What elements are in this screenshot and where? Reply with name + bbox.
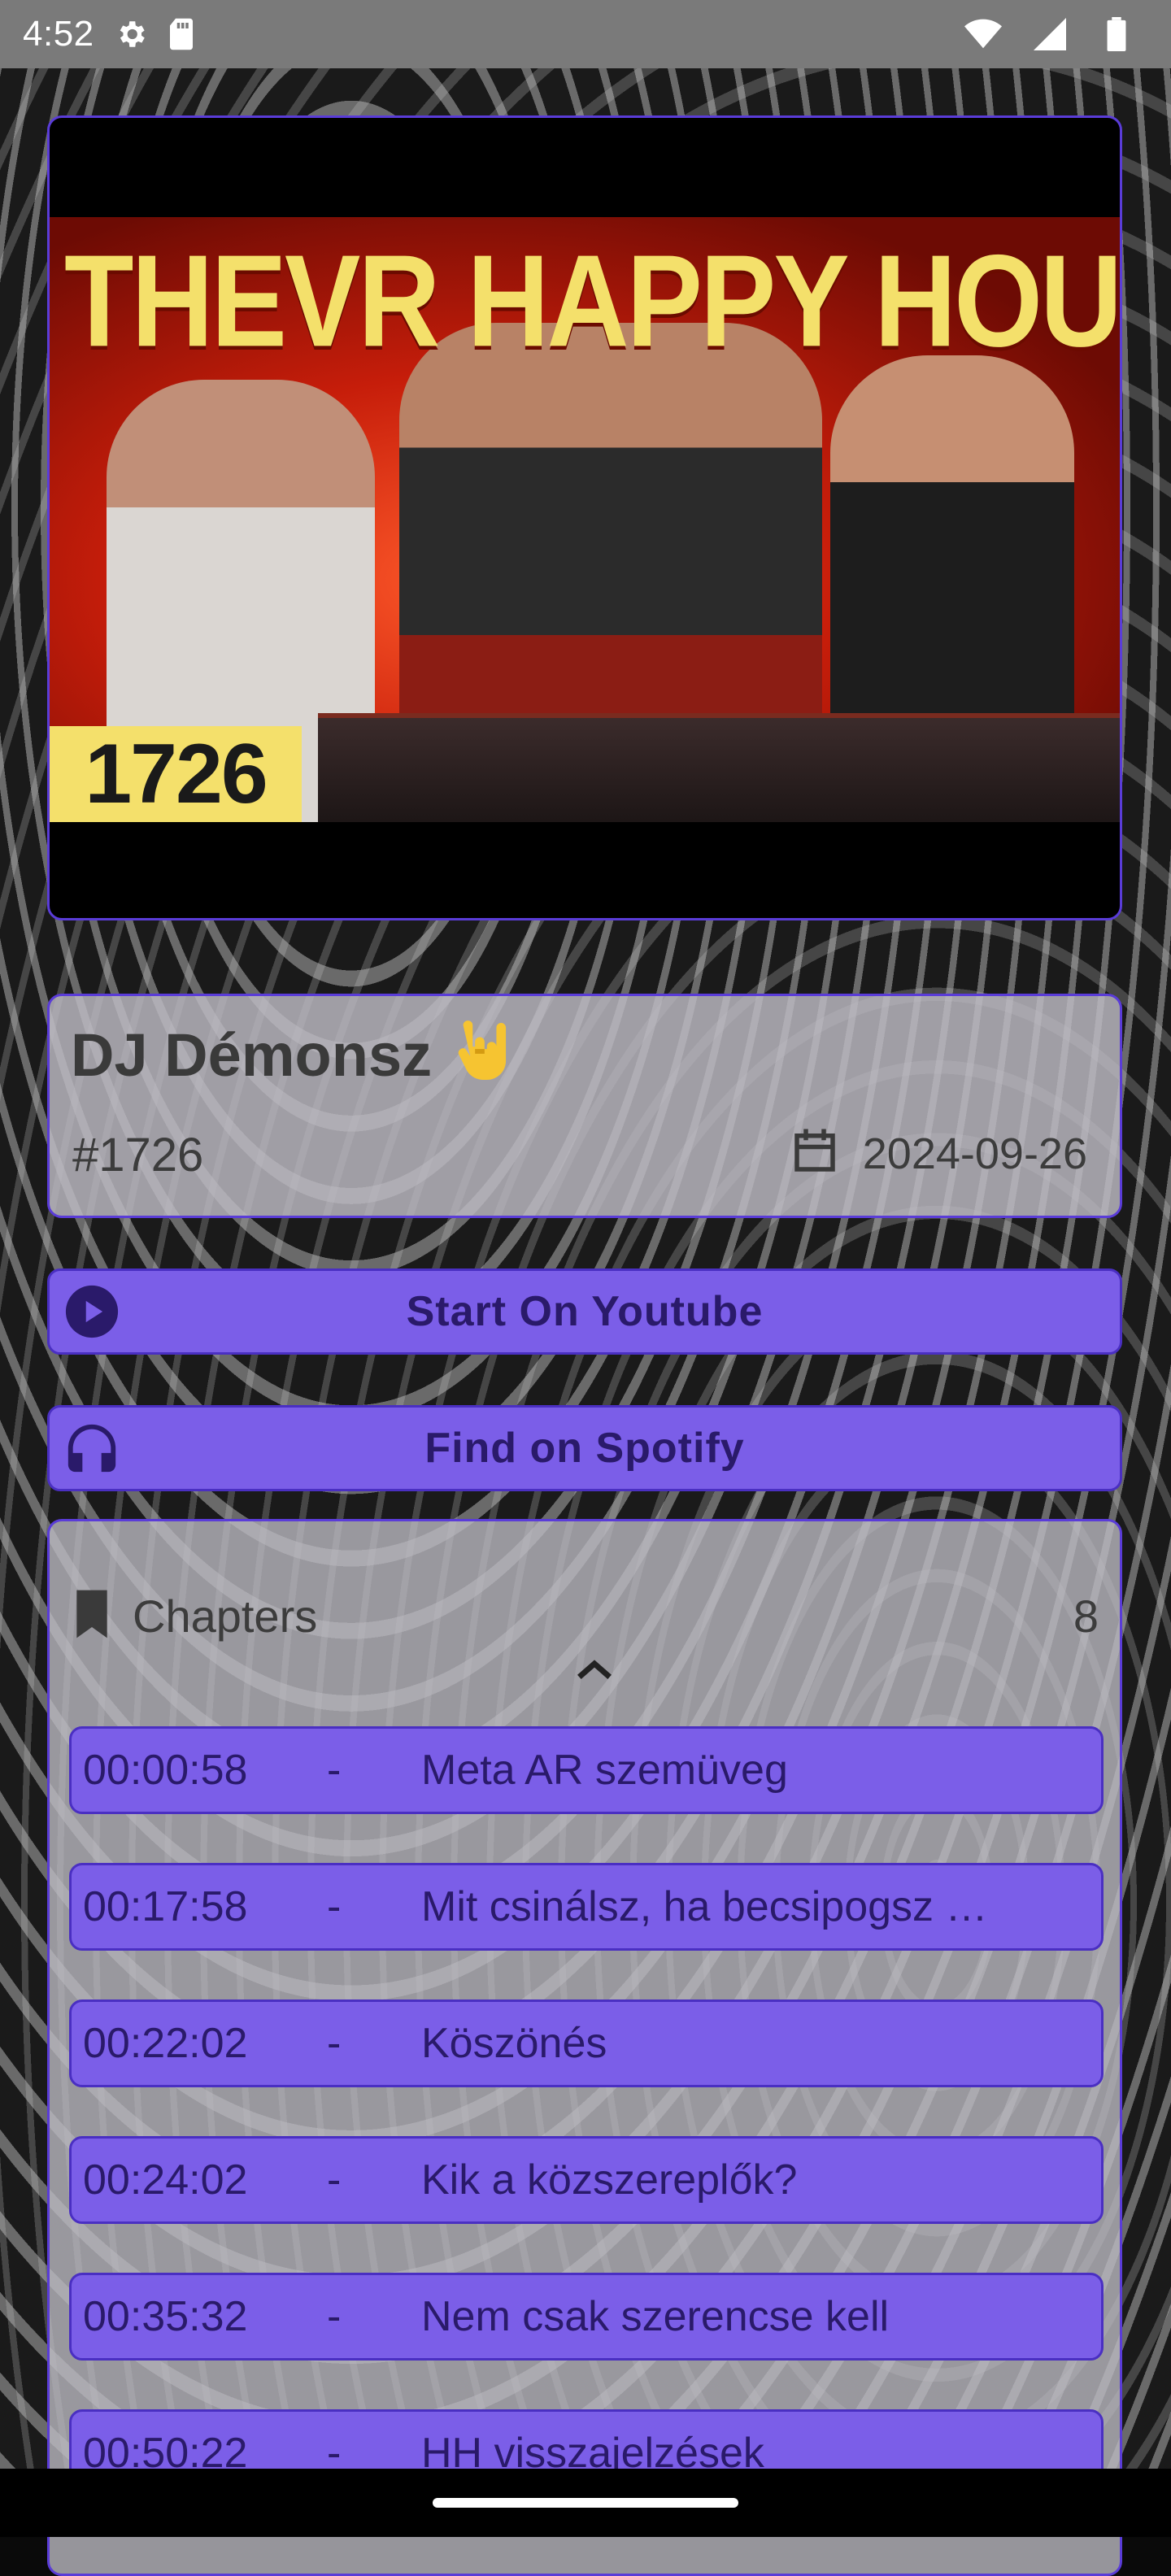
- settings-gear-icon: [112, 15, 150, 53]
- chapter-separator: -: [327, 1883, 342, 1930]
- signal-icon: [1031, 15, 1069, 53]
- status-bar: 4:52: [0, 0, 1171, 68]
- chapters-header[interactable]: Chapters 8: [69, 1583, 1099, 1648]
- chapter-time: 00:00:58: [83, 1747, 248, 1794]
- calendar-icon: [788, 1125, 842, 1182]
- thumbnail-episode-badge: 1726: [50, 726, 302, 822]
- chapter-title: Meta AR szemüveg: [421, 1747, 788, 1794]
- chapter-title: Köszönés: [421, 2020, 607, 2067]
- chevron-up-icon[interactable]: [565, 1640, 624, 1699]
- chapter-separator: -: [327, 2156, 342, 2204]
- episode-number: #1726: [72, 1129, 204, 1181]
- rock-hand-icon: [451, 1020, 508, 1082]
- status-time: 4:52: [23, 14, 94, 54]
- video-thumbnail[interactable]: THEVR HAPPY HOUR 1726: [50, 217, 1120, 822]
- headphones-icon: [63, 1419, 121, 1477]
- chapter-title: Kik a közszereplők?: [421, 2156, 798, 2204]
- dj-title: DJ Démonsz: [71, 1020, 508, 1090]
- chapter-item[interactable]: 00:17:58 - Mit csinálsz, ha becsipogsz …: [69, 1863, 1104, 1951]
- find-on-spotify-button[interactable]: Find on Spotify: [47, 1405, 1122, 1491]
- chapter-item[interactable]: 00:22:02 - Köszönés: [69, 1999, 1104, 2087]
- start-on-youtube-button[interactable]: Start On Youtube: [47, 1268, 1122, 1355]
- chapters-count: 8: [1073, 1590, 1099, 1642]
- episode-date: 2024-09-26: [788, 1125, 1087, 1182]
- chapter-separator: -: [327, 2293, 342, 2340]
- chapter-item[interactable]: 00:24:02 - Kik a közszereplők?: [69, 2136, 1104, 2224]
- find-on-spotify-label: Find on Spotify: [424, 1425, 745, 1472]
- chapters-title: Chapters: [133, 1590, 318, 1642]
- battery-icon: [1098, 15, 1135, 53]
- chapter-separator: -: [327, 1747, 342, 1794]
- chapter-title: Mit csinálsz, ha becsipogsz …: [421, 1883, 988, 1930]
- bookmark-icon: [69, 1588, 115, 1644]
- dj-name: DJ Démonsz: [71, 1021, 433, 1089]
- episode-date-text: 2024-09-26: [862, 1129, 1087, 1178]
- play-circle-icon: [63, 1282, 121, 1341]
- chapter-separator: -: [327, 2020, 342, 2067]
- sim-card-icon: [163, 15, 200, 53]
- video-player[interactable]: THEVR HAPPY HOUR 1726: [47, 115, 1122, 920]
- chapter-item[interactable]: 00:35:32 - Nem csak szerencse kell: [69, 2273, 1104, 2361]
- thumbnail-dj-mixer: [318, 713, 1120, 822]
- thumbnail-title: THEVR HAPPY HOUR: [64, 227, 1120, 374]
- start-on-youtube-label: Start On Youtube: [406, 1288, 764, 1335]
- chapter-time: 00:35:32: [83, 2293, 248, 2340]
- gesture-handle[interactable]: [433, 2498, 738, 2508]
- chapter-time: 00:24:02: [83, 2156, 248, 2204]
- chapter-title: Nem csak szerencse kell: [421, 2293, 890, 2340]
- chapters-panel: Chapters 8 00:00:58 - Meta AR szemüveg 0…: [47, 1519, 1122, 2576]
- chapter-time: 00:17:58: [83, 1883, 248, 1930]
- chapter-item[interactable]: 00:00:58 - Meta AR szemüveg: [69, 1726, 1104, 1814]
- episode-info-card: DJ Démonsz #1726 2024-09-26: [47, 994, 1122, 1218]
- chapter-time: 00:22:02: [83, 2020, 248, 2067]
- wifi-icon: [964, 15, 1002, 53]
